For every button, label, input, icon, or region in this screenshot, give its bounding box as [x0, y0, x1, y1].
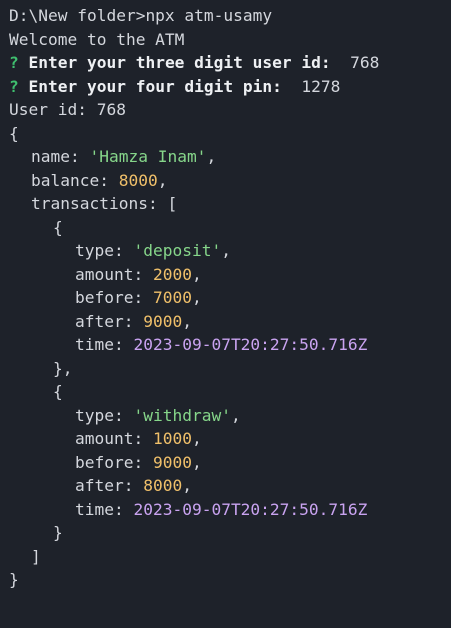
question-mark-icon: ? [9, 53, 19, 72]
transaction-time: time: 2023-09-07T20:27:50.716Z [75, 335, 368, 354]
balance-value: 8000 [118, 170, 158, 190]
transaction-after: after: 9000, [75, 311, 192, 331]
prompt-user-id-answer: 768 [350, 53, 380, 72]
object-open: { [9, 123, 19, 143]
transaction-type: type: 'withdraw', [75, 405, 241, 425]
transaction-amount: amount: 2000, [75, 264, 202, 284]
transaction-open: { [53, 382, 63, 401]
transaction-after: after: 8000, [75, 476, 192, 495]
user-id-output: User id: 768 [9, 100, 126, 119]
transaction-close: }, [53, 358, 73, 378]
transaction-type: type: 'deposit', [75, 241, 231, 260]
name-value: 'Hamza Inam' [89, 147, 207, 166]
transaction-time: time: 2023-09-07T20:27:50.716Z [75, 499, 368, 519]
prompt-user-id-label: Enter your three digit user id: [28, 53, 331, 72]
balance-field: balance: 8000, [31, 170, 168, 190]
transaction-before: before: 7000, [75, 288, 202, 307]
prompt-pin: ? Enter your four digit pin: 1278 [9, 75, 451, 99]
transactions-close: ] [31, 546, 41, 566]
name-field: name: 'Hamza Inam', [31, 147, 217, 166]
object-close: } [9, 570, 19, 589]
transaction-before: before: 9000, [75, 452, 202, 472]
terminal-window[interactable]: D:\New folder>npx atm-usamy Welcome to t… [0, 0, 451, 628]
transaction-close: } [53, 523, 63, 542]
transactions-field: transactions: [ [31, 194, 178, 213]
prompt-pin-label: Enter your four digit pin: [28, 76, 282, 96]
command-line: D:\New folder>npx atm-usamy [9, 6, 273, 25]
question-mark-icon: ? [9, 76, 19, 96]
transaction-amount: amount: 1000, [75, 429, 202, 448]
welcome-text: Welcome to the ATM [9, 29, 185, 49]
transaction-open: { [53, 217, 63, 237]
prompt-user-id: ? Enter your three digit user id: 768 [9, 51, 451, 75]
prompt-pin-answer: 1278 [301, 76, 341, 96]
